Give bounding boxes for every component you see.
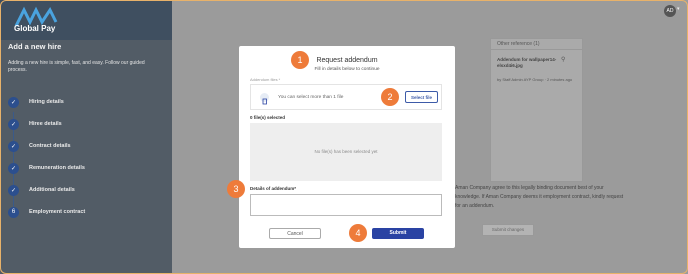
modal-subtitle: Fill in details below to continue [314,67,380,72]
chevron-down-icon[interactable]: ▾ [677,6,680,12]
callout-badge-2: 2 [381,88,399,106]
callout-badge-3: 3 [227,180,245,198]
cancel-button[interactable]: Cancel [269,228,321,239]
drop-hint: You can select more than 1 file [278,95,344,100]
check-icon: ✓ [8,162,19,174]
other-reference-panel: Other reference (1) Addendum for wallpap… [490,38,583,182]
step-employment-contract[interactable]: 6 Employment contract [8,206,85,218]
step-label: Employment contract [29,209,86,215]
brand-name: Global Pay [14,24,56,33]
select-file-button[interactable]: Select file [405,91,438,103]
user-avatar[interactable]: AD [664,5,676,17]
details-label: Details of addendum* [250,186,297,191]
request-addendum-modal: Request addendum Fill in details below t… [239,46,455,248]
step-hiring-details[interactable]: ✓ Hiring details [8,96,64,108]
wizard-title: Add a new hire [8,42,62,51]
reference-file-name[interactable]: Addendum for wallpaper14-elsxd4i6.jpg [497,57,557,69]
step-number: 6 [8,206,19,218]
callout-badge-1: 1 [291,51,309,69]
other-reference-title: Other reference (1) [497,41,540,47]
step-remuneration-details[interactable]: ✓ Remuneration details [8,162,85,174]
step-label: Hiree details [29,121,62,127]
divider [491,49,582,50]
background-submit-button[interactable]: Submit changes [482,224,534,236]
selected-files-list: No file(s) has been selected yet [250,123,442,181]
check-icon: ✓ [8,184,19,196]
step-label: Contract details [29,143,71,149]
step-label: Additional details [29,187,75,193]
empty-state-text: No file(s) has been selected yet [314,149,378,154]
step-contract-details[interactable]: ✓ Contract details [8,140,71,152]
files-label: Addendum files * [250,77,281,82]
agreement-text: Aman Company agree to this legally bindi… [455,185,624,209]
reference-file-meta: by Staff Admin AYP Group · 2 minutes ago [497,77,573,82]
callout-badge-4: 4 [349,224,367,242]
check-icon: ✓ [8,118,19,130]
wizard-subtitle: Adding a new hire is simple, fast, and e… [8,60,145,73]
wizard-panel: Add a new hire Adding a new hire is simp… [0,40,172,274]
details-textarea[interactable] [250,194,442,216]
modal-title: Request addendum [316,57,378,64]
step-hiree-details[interactable]: ✓ Hiree details [8,118,62,130]
step-label: Remuneration details [29,165,85,171]
step-label: Hiring details [29,99,64,105]
file-drop-zone[interactable]: You can select more than 1 file Select f… [250,84,442,110]
step-additional-details[interactable]: ✓ Additional details [8,184,75,196]
pin-icon[interactable]: ⚲ [561,56,565,63]
check-icon: ✓ [8,140,19,152]
submit-button[interactable]: Submit [372,228,424,239]
file-icon [260,93,269,105]
file-count: 0 file(s) selected [250,115,286,120]
check-icon: ✓ [8,96,19,108]
left-sidebar: Global Pay Add a new hire Adding a new h… [0,0,172,274]
